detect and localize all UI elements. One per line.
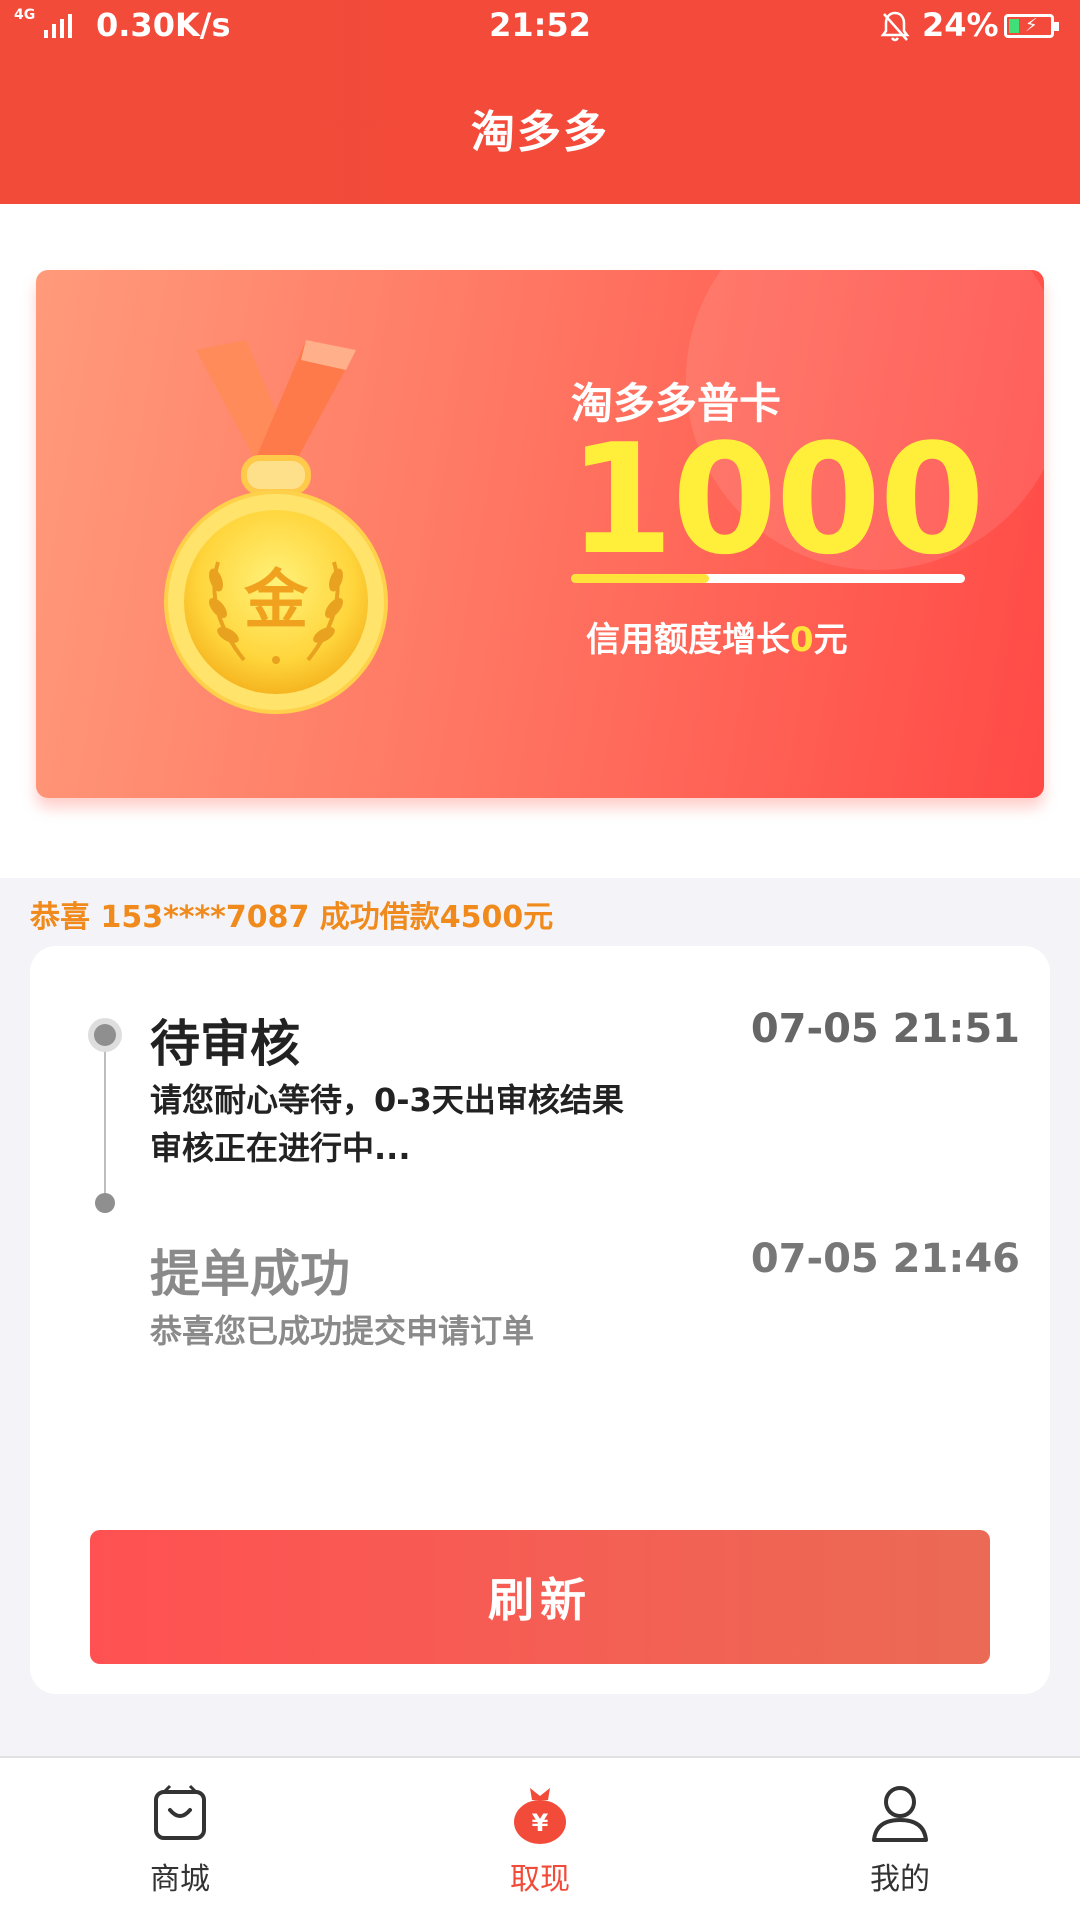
step-title-pending: 待审核: [150, 1015, 300, 1073]
step-time-submitted: 07-05 21:46: [750, 1236, 1020, 1282]
credit-card: 金 淘多多普卡 1000 信用额度增长0元: [36, 270, 1044, 798]
refresh-button[interactable]: 刷新: [90, 1530, 990, 1664]
loan-ticker: 恭喜 153****7087 成功借款4500元: [30, 900, 554, 935]
nav-item-cash[interactable]: ¥ 取现: [450, 1782, 630, 1898]
shopping-bag-icon: [154, 1784, 206, 1840]
credit-progress-fill: [571, 574, 709, 583]
status-panel: 待审核 07-05 21:51 请您耐心等待，0-3天出审核结果 审核正在进行中…: [30, 946, 1050, 1694]
gold-medal-icon: 金: [164, 340, 388, 714]
timeline-line: [104, 1034, 106, 1204]
growth-value: 0: [790, 620, 814, 660]
step-title-submitted: 提单成功: [150, 1245, 350, 1303]
bottom-nav: 商城 ¥ 取现 我的: [0, 1756, 1080, 1922]
step-desc-submitted: 恭喜您已成功提交申请订单: [150, 1312, 535, 1350]
growth-prefix: 信用额度增长: [586, 620, 790, 660]
nav-item-me[interactable]: 我的: [810, 1782, 990, 1898]
nav-label-me: 我的: [870, 1862, 930, 1897]
step-desc-line: 请您耐心等待，0-3天出审核结果: [150, 1081, 624, 1119]
battery-percent: 24%: [922, 6, 999, 44]
money-bag-icon: ¥: [514, 1788, 566, 1844]
step-desc-pending: 请您耐心等待，0-3天出审核结果 审核正在进行中...: [150, 1076, 624, 1172]
nav-label-mall: 商城: [150, 1862, 210, 1897]
nav-item-mall[interactable]: 商城: [90, 1782, 270, 1898]
bell-muted-icon: [880, 11, 910, 42]
medal-label: 金: [243, 564, 309, 638]
top-bar: 4G 0.30K/s 21:52 24% ⚡ 淘多多: [0, 0, 1080, 204]
status-section: 恭喜 153****7087 成功借款4500元 待审核 07-05 21:51…: [0, 878, 1080, 1758]
credit-growth-text: 信用额度增长0元: [586, 612, 848, 661]
nav-label-cash: 取现: [510, 1862, 570, 1897]
page-title: 淘多多: [471, 107, 609, 158]
timeline-dot-past: [95, 1193, 115, 1213]
step-time-pending: 07-05 21:51: [750, 1006, 1020, 1052]
growth-suffix: 元: [813, 620, 848, 660]
status-time: 21:52: [489, 6, 591, 44]
user-icon: [872, 1786, 928, 1842]
timeline-dot-current: [88, 1018, 122, 1052]
svg-text:¥: ¥: [532, 1809, 549, 1837]
status-bar: 4G 0.30K/s 21:52 24% ⚡: [0, 0, 1080, 56]
credit-amount: 1000: [568, 411, 985, 588]
step-desc-line: 审核正在进行中...: [150, 1129, 411, 1167]
credit-progress-bar: [571, 574, 965, 583]
battery-icon: ⚡: [1004, 14, 1059, 38]
